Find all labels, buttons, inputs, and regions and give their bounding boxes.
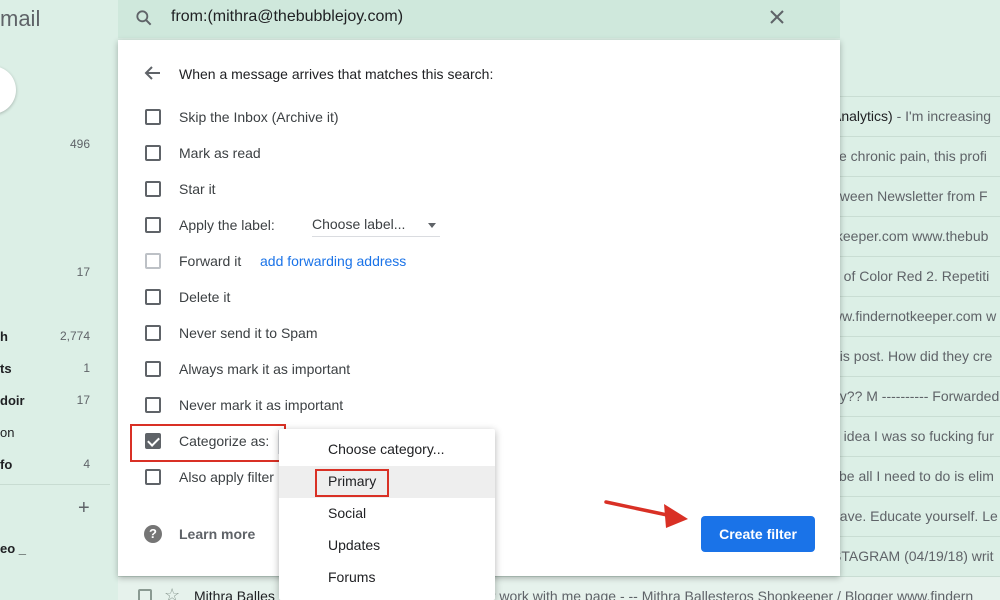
category-option[interactable]: Forums — [279, 562, 495, 594]
mail-snippet: Analytics) - I'm increasing — [832, 108, 992, 124]
dialog-heading: When a message arrives that matches this… — [179, 66, 494, 82]
never-important-checkbox[interactable] — [145, 397, 161, 413]
sidebar-item-count: 17 — [76, 393, 90, 407]
mark-read-checkbox[interactable] — [145, 145, 161, 161]
mail-snippet: or work with me page - -- Mithra Ballest… — [483, 588, 974, 600]
sidebar-item[interactable]: ts 1 — [0, 361, 100, 381]
sidebar-item-count: 496 — [69, 137, 90, 151]
mail-snippet: oween Newsletter from F — [832, 188, 988, 204]
mail-row[interactable]: ☆ Mithra Balles or work with me page - -… — [118, 576, 1000, 600]
sidebar-item[interactable]: doir 17 — [0, 393, 100, 413]
category-dropdown[interactable]: Choose category... Primary Social Update… — [279, 429, 495, 600]
sidebar-divider — [0, 484, 110, 485]
sidebar-item[interactable]: fo 4 — [0, 457, 100, 477]
option-label: Also apply filter — [179, 469, 274, 485]
delete-checkbox[interactable] — [145, 289, 161, 305]
mail-snippet: n of Color Red 2. Repetiti — [832, 268, 990, 284]
add-forwarding-address-link[interactable]: add forwarding address — [260, 253, 406, 269]
app-title: mail — [0, 6, 41, 31]
mail-snippet: have. Educate yourself. Le — [832, 508, 998, 524]
sidebar-item[interactable]: 17 — [0, 265, 100, 285]
sidebar-item-label: doir — [0, 393, 25, 408]
close-search-icon[interactable] — [768, 8, 786, 26]
sidebar-item-count: 2,774 — [59, 329, 90, 343]
mail-snippet: his post. How did they cre — [832, 348, 993, 364]
option-label: Never send it to Spam — [179, 325, 318, 341]
option-label: Skip the Inbox (Archive it) — [179, 109, 339, 125]
option-label: Never mark it as important — [179, 397, 344, 413]
always-important-checkbox[interactable] — [145, 361, 161, 377]
mail-snippet: tkeeper.com www.thebub — [832, 228, 989, 244]
annotation-highlight-categorize — [130, 424, 286, 462]
star-checkbox[interactable] — [145, 181, 161, 197]
mail-sender: Mithra Balles — [194, 588, 275, 600]
sidebar-item-label: fo — [0, 457, 13, 472]
back-arrow-icon[interactable] — [144, 64, 162, 82]
learn-more-link[interactable]: Learn more — [179, 526, 255, 542]
mail-snippet: ww.findernotkeeper.com w — [832, 308, 997, 324]
option-label: Mark as read — [179, 145, 261, 161]
toolbar-area — [840, 0, 1000, 96]
sidebar-item-label: eo _ — [0, 541, 27, 556]
category-option[interactable]: Choose category... — [279, 434, 495, 466]
label-select[interactable]: Choose label... — [312, 216, 440, 237]
skip-inbox-checkbox[interactable] — [145, 109, 161, 125]
annotation-arrow-icon — [604, 500, 688, 528]
option-label: Apply the label: — [179, 217, 275, 233]
search-input[interactable]: from:(mithra@thebubblejoy.com) — [171, 8, 403, 26]
option-label: Star it — [179, 181, 216, 197]
label-select-value: Choose label... — [312, 216, 406, 232]
also-apply-checkbox[interactable] — [145, 469, 161, 485]
category-option[interactable]: Updates — [279, 530, 495, 562]
sidebar-item-count: 17 — [76, 265, 90, 279]
sidebar-item-label: on — [0, 425, 15, 440]
mail-snippet: ay?? M ---------- Forwarded r — [832, 388, 1000, 404]
row-checkbox[interactable] — [138, 589, 152, 600]
option-label: Forward it — [179, 253, 242, 269]
sidebar-item-count: 4 — [83, 457, 90, 471]
dropdown-caret-icon — [428, 223, 436, 228]
sidebar-item[interactable]: on — [0, 425, 100, 445]
option-label: Always mark it as important — [179, 361, 351, 377]
mail-snippet: ve chronic pain, this profi — [832, 148, 987, 164]
mail-snippet: STAGRAM (04/19/18) writ — [832, 548, 994, 564]
forward-checkbox[interactable] — [145, 253, 161, 269]
sidebar-item-label: ts — [0, 361, 12, 376]
category-option[interactable]: Social — [279, 498, 495, 530]
add-label-plus-icon[interactable]: + — [78, 497, 90, 520]
help-icon[interactable]: ? — [144, 525, 162, 543]
sidebar-item-label: h — [0, 329, 8, 344]
apply-label-checkbox[interactable] — [145, 217, 161, 233]
option-label: Delete it — [179, 289, 231, 305]
annotation-highlight-primary — [315, 469, 389, 497]
sidebar-item[interactable]: 496 — [0, 137, 100, 157]
sidebar-item[interactable]: h 2,774 — [0, 329, 100, 349]
mail-snippet: ybe all I need to do is elim — [832, 468, 994, 484]
sidebar-item[interactable]: eo _ — [0, 541, 100, 561]
mail-snippet: o idea I was so fucking fur — [832, 428, 994, 444]
never-spam-checkbox[interactable] — [145, 325, 161, 341]
create-filter-button[interactable]: Create filter — [701, 516, 815, 552]
sidebar-item-count: 1 — [83, 361, 90, 375]
left-sidebar — [0, 0, 118, 600]
star-icon[interactable]: ☆ — [164, 585, 180, 600]
search-icon[interactable] — [134, 8, 154, 28]
